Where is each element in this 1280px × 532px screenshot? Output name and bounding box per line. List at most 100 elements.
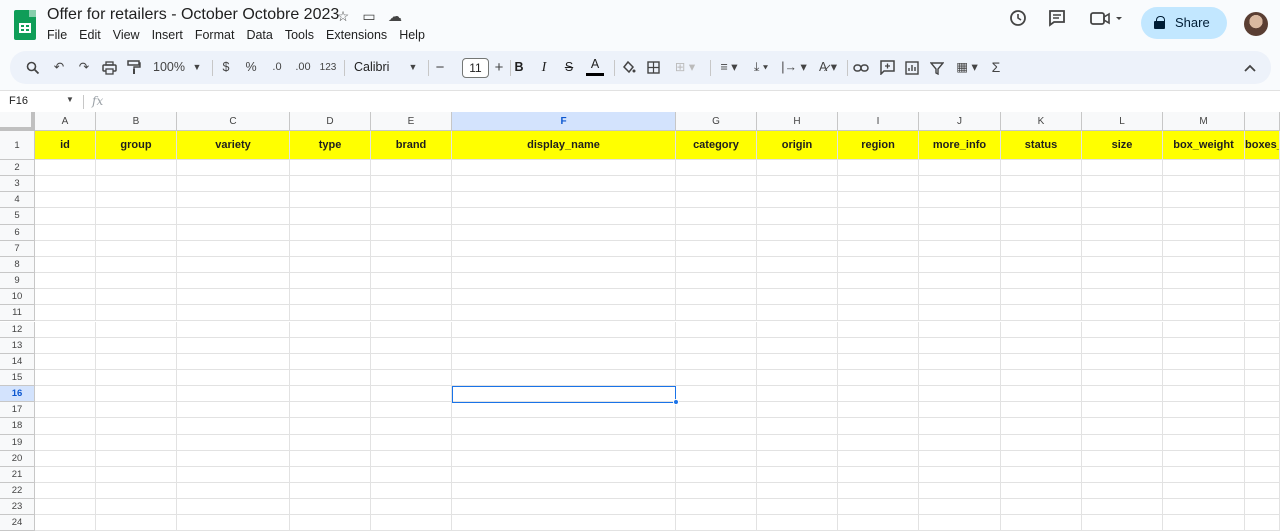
table-cell[interactable] xyxy=(757,256,838,274)
zoom-chevron-down-icon[interactable]: ▼ xyxy=(191,51,203,84)
table-cell[interactable] xyxy=(177,289,290,306)
row-header[interactable]: 22 xyxy=(0,483,35,500)
table-cell[interactable] xyxy=(919,369,1001,387)
table-cell[interactable] xyxy=(96,337,177,354)
table-cell[interactable] xyxy=(1082,434,1163,451)
table-cell[interactable] xyxy=(452,466,676,483)
table-cell[interactable] xyxy=(676,192,757,209)
header-cell[interactable]: region xyxy=(838,131,919,160)
table-cell[interactable] xyxy=(35,224,96,241)
table-cell[interactable] xyxy=(35,386,96,403)
table-cell[interactable] xyxy=(1245,483,1280,500)
table-cell[interactable] xyxy=(838,353,919,370)
table-cell[interactable] xyxy=(1082,369,1163,387)
table-cell[interactable] xyxy=(757,386,838,403)
text-wrapping-icon[interactable]: |→ ▾ xyxy=(779,51,809,84)
column-header[interactable]: L xyxy=(1082,112,1163,131)
table-cell[interactable] xyxy=(838,273,919,290)
table-cell[interactable] xyxy=(177,208,290,225)
share-button[interactable]: Share xyxy=(1141,7,1227,39)
print-icon[interactable] xyxy=(100,51,118,84)
table-cell[interactable] xyxy=(919,256,1001,274)
italic-button[interactable]: I xyxy=(537,51,551,84)
table-cell[interactable] xyxy=(1082,256,1163,274)
table-cell[interactable] xyxy=(1001,499,1082,516)
table-cell[interactable] xyxy=(838,483,919,500)
header-cell[interactable]: status xyxy=(1001,131,1082,160)
table-cell[interactable] xyxy=(1245,256,1280,274)
table-cell[interactable] xyxy=(290,466,371,483)
table-cell[interactable] xyxy=(676,256,757,274)
table-cell[interactable] xyxy=(676,466,757,483)
table-cell[interactable] xyxy=(290,273,371,290)
table-cell[interactable] xyxy=(177,273,290,290)
table-cell[interactable] xyxy=(35,450,96,467)
name-box[interactable]: F16 xyxy=(9,95,28,107)
table-cell[interactable] xyxy=(35,176,96,193)
filter-views-icon[interactable]: ▦ ▾ xyxy=(952,51,982,84)
table-cell[interactable] xyxy=(1082,499,1163,516)
table-cell[interactable] xyxy=(919,208,1001,225)
table-cell[interactable] xyxy=(757,369,838,387)
table-cell[interactable] xyxy=(676,289,757,306)
table-cell[interactable] xyxy=(371,434,452,451)
table-cell[interactable] xyxy=(1001,240,1082,257)
column-header[interactable]: M xyxy=(1163,112,1245,131)
table-cell[interactable] xyxy=(919,402,1001,419)
table-cell[interactable] xyxy=(1163,192,1245,209)
table-cell[interactable] xyxy=(452,289,676,306)
row-header[interactable]: 15 xyxy=(0,369,35,387)
table-cell[interactable] xyxy=(1001,224,1082,241)
table-cell[interactable] xyxy=(290,160,371,177)
row-header[interactable]: 14 xyxy=(0,353,35,370)
table-cell[interactable] xyxy=(676,305,757,322)
table-cell[interactable] xyxy=(96,353,177,370)
table-cell[interactable] xyxy=(177,402,290,419)
text-rotation-icon[interactable]: A̷ ▾ xyxy=(813,51,843,84)
table-cell[interactable] xyxy=(177,240,290,257)
table-cell[interactable] xyxy=(35,192,96,209)
table-cell[interactable] xyxy=(1245,402,1280,419)
table-cell[interactable] xyxy=(919,386,1001,403)
menu-help[interactable]: Help xyxy=(399,28,431,42)
table-cell[interactable] xyxy=(96,224,177,241)
borders-icon[interactable] xyxy=(644,51,662,84)
table-cell[interactable] xyxy=(919,515,1001,532)
table-cell[interactable] xyxy=(757,353,838,370)
table-cell[interactable] xyxy=(1082,289,1163,306)
table-cell[interactable] xyxy=(290,192,371,209)
table-cell[interactable] xyxy=(757,176,838,193)
header-cell[interactable]: size xyxy=(1082,131,1163,160)
decrease-font-size-icon[interactable]: − xyxy=(433,51,447,84)
table-cell[interactable] xyxy=(757,515,838,532)
table-cell[interactable] xyxy=(1245,418,1280,435)
table-cell[interactable] xyxy=(1245,289,1280,306)
table-cell[interactable] xyxy=(1001,353,1082,370)
table-cell[interactable] xyxy=(1082,466,1163,483)
menu-edit[interactable]: Edit xyxy=(79,28,107,42)
table-cell[interactable] xyxy=(371,289,452,306)
table-cell[interactable] xyxy=(1001,289,1082,306)
table-cell[interactable] xyxy=(919,418,1001,435)
table-cell[interactable] xyxy=(1163,466,1245,483)
table-cell[interactable] xyxy=(35,208,96,225)
table-cell[interactable] xyxy=(452,499,676,516)
menu-insert[interactable]: Insert xyxy=(152,28,189,42)
horizontal-align-icon[interactable]: ≡ ▾ xyxy=(715,51,743,84)
table-cell[interactable] xyxy=(96,450,177,467)
table-cell[interactable] xyxy=(1245,353,1280,370)
table-cell[interactable] xyxy=(676,483,757,500)
table-cell[interactable] xyxy=(371,321,452,338)
decrease-decimal-button[interactable]: .0 xyxy=(267,51,287,84)
font-select[interactable]: Calibri xyxy=(354,51,404,84)
table-cell[interactable] xyxy=(1163,353,1245,370)
table-cell[interactable] xyxy=(838,256,919,274)
table-cell[interactable] xyxy=(676,499,757,516)
version-history-icon[interactable] xyxy=(1008,8,1028,28)
menu-view[interactable]: View xyxy=(113,28,146,42)
table-cell[interactable] xyxy=(1163,208,1245,225)
table-cell[interactable] xyxy=(838,466,919,483)
table-cell[interactable] xyxy=(838,289,919,306)
row-header[interactable]: 23 xyxy=(0,499,35,516)
table-cell[interactable] xyxy=(1163,305,1245,322)
